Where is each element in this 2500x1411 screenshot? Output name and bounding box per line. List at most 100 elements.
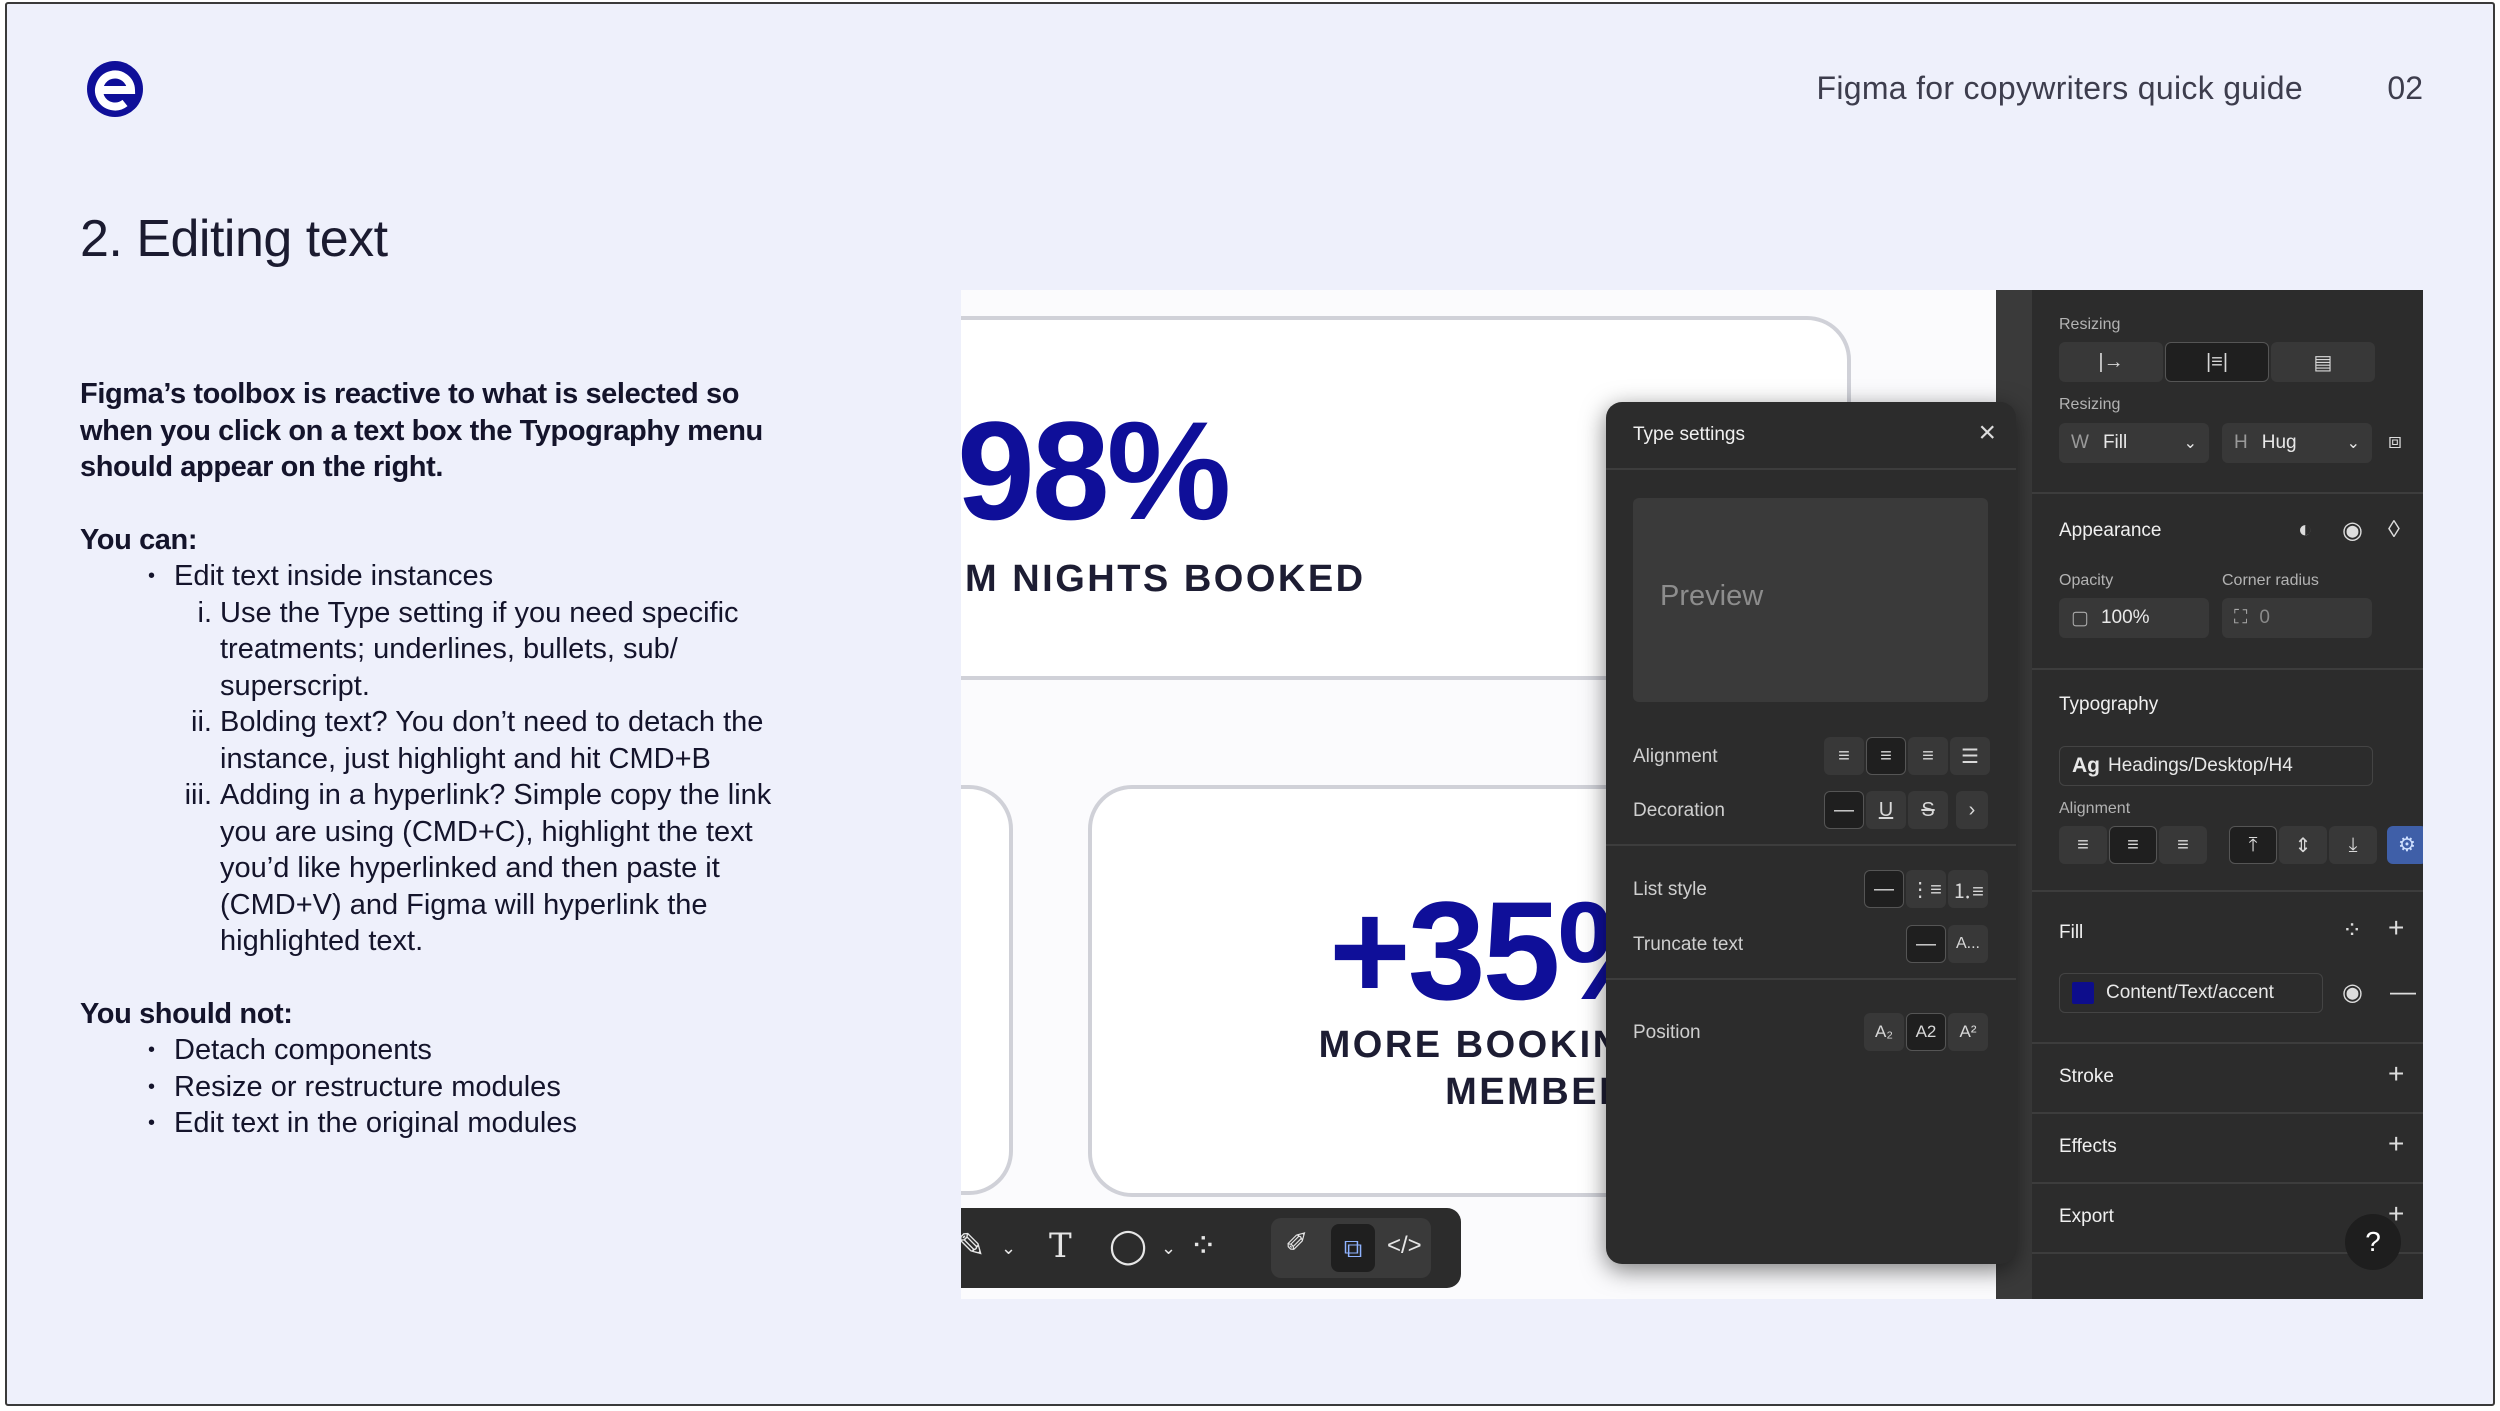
style-grid-icon[interactable]: ⁘ xyxy=(2342,916,2362,945)
drop-icon[interactable]: ◊ xyxy=(2388,516,2400,544)
remove-icon[interactable]: — xyxy=(2390,976,2416,1007)
chevron-down-icon: ⌄ xyxy=(2183,435,2197,452)
align-bottom-icon[interactable]: ⤓ xyxy=(2329,826,2377,864)
bulleted-list-icon[interactable]: ⋮≡ xyxy=(1906,870,1946,908)
alignment-label: Alignment xyxy=(1633,746,1718,767)
auto-width-icon[interactable]: |≡| xyxy=(2165,342,2269,382)
list-item: • Resize or restructure modules xyxy=(80,1069,800,1106)
corner-radius-icon: ⛶ xyxy=(2234,607,2248,628)
text-tool-icon[interactable]: T xyxy=(1049,1226,1072,1266)
stat-card[interactable] xyxy=(961,785,1013,1195)
truncate-buttons: — A... xyxy=(1906,925,1988,963)
align-justify-icon[interactable]: ☰ xyxy=(1950,737,1990,775)
strikethrough-icon[interactable]: S xyxy=(1908,791,1948,829)
subscript-option[interactable]: A₂ xyxy=(1864,1013,1904,1051)
alignment-buttons: ≡ ≡ ≡ ☰ xyxy=(1824,737,1990,775)
superscript-option[interactable]: A² xyxy=(1948,1013,1988,1051)
fill-field[interactable]: Content/Text/accent xyxy=(2059,973,2323,1013)
bullet-icon: • xyxy=(148,1075,156,1098)
chevron-right-icon[interactable]: › xyxy=(1956,791,1988,829)
align-middle-icon[interactable]: ⇕ xyxy=(2279,826,2327,864)
divider xyxy=(2032,492,2423,494)
eye-icon[interactable]: ◉ xyxy=(2342,516,2363,545)
list-item-text: Bolding text? You don’t need to detach t… xyxy=(220,706,764,775)
preview-box: Preview xyxy=(1633,498,1988,702)
add-icon[interactable]: + xyxy=(2388,912,2404,944)
chevron-down-icon[interactable]: ⌄ xyxy=(1001,1238,1016,1259)
color-swatch xyxy=(2072,982,2094,1004)
divider xyxy=(2032,1042,2423,1044)
style-icon[interactable]: ◐ xyxy=(2298,516,2313,544)
align-left-icon[interactable]: ≡ xyxy=(1824,737,1864,775)
fill-style-name: Content/Text/accent xyxy=(2106,982,2274,1003)
list-item: • Edit text in the original modules xyxy=(80,1105,800,1142)
design-mode-icon[interactable]: ⧉ xyxy=(1331,1224,1375,1272)
close-icon[interactable]: × xyxy=(1978,416,1996,450)
truncate-label: Truncate text xyxy=(1633,934,1744,955)
divider xyxy=(1606,468,2016,470)
bullet-icon: • xyxy=(148,565,156,587)
divider xyxy=(2032,890,2423,892)
underline-icon[interactable]: U xyxy=(1866,791,1906,829)
align-left-icon[interactable]: ≡ xyxy=(2059,826,2107,864)
divider xyxy=(2032,1112,2423,1114)
opacity-field[interactable]: ▢ 100% xyxy=(2059,598,2209,638)
align-top-icon[interactable]: ⤒ xyxy=(2229,826,2277,864)
align-right-icon[interactable]: ≡ xyxy=(1908,737,1948,775)
list-item-text: Resize or restructure modules xyxy=(174,1070,561,1103)
position-label: Position xyxy=(1633,1022,1701,1043)
text-style-field[interactable]: Ag Headings/Desktop/H4 xyxy=(2059,746,2373,786)
popup-title: Type settings xyxy=(1633,424,1745,445)
align-right-icon[interactable]: ≡ xyxy=(2159,826,2207,864)
add-icon[interactable]: + xyxy=(2388,1128,2404,1160)
should-not-heading: You should not: xyxy=(80,997,293,1030)
height-field[interactable]: H Hug ⌄ xyxy=(2222,423,2372,463)
components-icon[interactable]: ⁘ xyxy=(1189,1226,1218,1266)
slide: Figma for copywriters quick guide 02 2. … xyxy=(5,2,2495,1406)
alignment-label: Alignment xyxy=(2059,800,2131,817)
bullet-icon: • xyxy=(148,1039,156,1061)
constraints-icon[interactable]: ⧈ xyxy=(2388,428,2402,454)
intro-text: Figma’s toolbox is reactive to what is s… xyxy=(80,378,763,483)
bullet-icon: • xyxy=(148,1112,156,1134)
pen-tool-icon[interactable]: ✎ xyxy=(961,1226,986,1266)
numbered-list-icon[interactable]: ⒈≡ xyxy=(1948,870,1988,908)
stat-value[interactable]: 98% xyxy=(961,390,1231,552)
preview-text: Preview xyxy=(1660,580,1764,612)
properties-panel: Resizing |→ |≡| ▤ Resizing W Fill ⌄ H Hug ⌄ … xyxy=(2032,290,2423,1299)
add-icon[interactable]: + xyxy=(2388,1058,2404,1090)
divider xyxy=(2032,668,2423,670)
list-number: iii. xyxy=(184,779,212,811)
truncate-option[interactable]: A... xyxy=(1948,925,1988,963)
draw-mode-icon[interactable]: ✐ xyxy=(1285,1226,1308,1259)
no-list-icon[interactable]: — xyxy=(1864,870,1904,908)
auto-height-icon[interactable]: ▤ xyxy=(2271,342,2375,382)
align-center-icon[interactable]: ≡ xyxy=(2109,826,2157,864)
opacity-icon: ▢ xyxy=(2071,607,2089,629)
shape-tool-icon[interactable]: ◯ xyxy=(1109,1226,1147,1266)
corner-radius-field[interactable]: ⛶ 0 xyxy=(2222,598,2372,638)
list-style-label: List style xyxy=(1633,879,1707,900)
list-item: • Edit text inside instances xyxy=(80,558,800,595)
normal-position-option[interactable]: A2 xyxy=(1906,1013,1946,1051)
eye-icon[interactable]: ◉ xyxy=(2342,978,2363,1007)
fixed-width-icon[interactable]: |→ xyxy=(2059,342,2163,382)
help-button[interactable]: ? xyxy=(2345,1214,2401,1270)
width-label: W xyxy=(2071,432,2089,453)
opacity-value: 100% xyxy=(2100,607,2150,628)
no-truncate-icon[interactable]: — xyxy=(1906,925,1946,963)
width-field[interactable]: W Fill ⌄ xyxy=(2059,423,2209,463)
text-align-buttons: ≡ ≡ ≡ xyxy=(2059,826,2207,864)
chevron-down-icon[interactable]: ⌄ xyxy=(1161,1238,1176,1259)
list-number: i. xyxy=(197,596,213,629)
dev-mode-icon[interactable]: </> xyxy=(1387,1232,1422,1260)
text-style-icon: Ag xyxy=(2072,754,2100,777)
type-settings-icon[interactable]: ⚙ xyxy=(2387,826,2423,864)
align-center-icon[interactable]: ≡ xyxy=(1866,737,1906,775)
list-item: ii. Bolding text? You don’t need to detac… xyxy=(80,704,800,777)
stat-caption[interactable]: M NIGHTS BOOKED xyxy=(965,558,1366,601)
corner-radius-value: 0 xyxy=(2259,607,2270,628)
stroke-heading: Stroke xyxy=(2059,1066,2114,1087)
opacity-label: Opacity xyxy=(2059,572,2114,589)
no-decoration-icon[interactable]: — xyxy=(1824,791,1864,829)
